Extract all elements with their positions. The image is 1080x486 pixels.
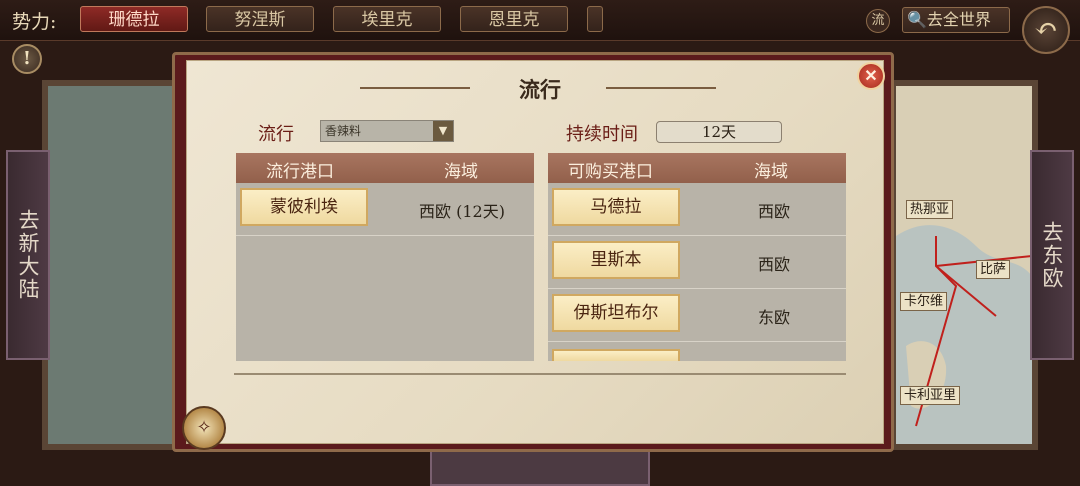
duration-value: 12天 (656, 121, 782, 143)
divider (234, 373, 846, 375)
compass-icon: ✧ (182, 406, 226, 450)
alert-icon[interactable]: ! (12, 44, 42, 74)
faction-tab-2[interactable]: 努涅斯 (206, 6, 314, 32)
flow-button[interactable]: 流 (866, 9, 890, 33)
port-button[interactable]: 蒙彼利埃 (240, 188, 368, 226)
sea-cell: 西欧 (757, 255, 790, 274)
map-city-label[interactable]: 比萨 (976, 260, 1011, 279)
column-header: 海域 (754, 162, 788, 182)
left-map-frame (42, 80, 192, 450)
sea-cell: 东欧 (757, 308, 790, 327)
duration-label: 持续时间 (566, 124, 638, 145)
map-city-label[interactable]: 热那亚 (906, 200, 954, 219)
back-arrow-icon[interactable]: ↶ (1022, 6, 1070, 54)
sea-cell: 西欧 (12天) (419, 202, 505, 221)
faction-tab-3[interactable]: 埃里克 (333, 6, 441, 32)
faction-tab-1[interactable]: 珊德拉 (80, 6, 188, 32)
faction-tab-overflow[interactable] (587, 6, 603, 32)
trend-select[interactable]: 香辣料 ▼ (320, 120, 454, 142)
sea-cell: 西欧 (757, 202, 790, 221)
go-east-europe-button[interactable]: 去东欧 (1030, 150, 1074, 360)
close-icon[interactable]: ✕ (857, 62, 885, 90)
port-button-partial[interactable] (552, 349, 680, 361)
buyable-ports-table: 可购买港口 海域 马德拉 西欧 里斯本 西欧 伊斯坦布尔 东欧 (548, 153, 846, 361)
dialog-title: 流行 (519, 77, 561, 102)
faction-label: 势力: (12, 11, 57, 33)
map-city-label[interactable]: 卡利亚里 (900, 386, 961, 405)
column-header: 海域 (444, 162, 478, 182)
trend-ports-table: 流行港口 海域 蒙彼利埃 西欧 (12天) (236, 153, 534, 361)
table-header: 流行港口 海域 (236, 153, 534, 183)
table-header: 可购买港口 海域 (548, 153, 846, 183)
faction-tab-4[interactable]: 恩里克 (460, 6, 568, 32)
column-header: 可购买港口 (568, 162, 653, 182)
trend-label: 流行 (258, 124, 294, 145)
map-city-label[interactable]: 卡尔维 (900, 292, 948, 311)
table-row: 马德拉 西欧 (548, 183, 846, 236)
port-button[interactable]: 里斯本 (552, 241, 680, 279)
port-button[interactable]: 马德拉 (552, 188, 680, 226)
table-row: 里斯本 西欧 (548, 236, 846, 289)
bottom-plaque (430, 448, 650, 486)
go-world-button[interactable]: 🔍去全世界 (902, 7, 1010, 33)
trend-select-value: 香辣料 (325, 124, 362, 138)
port-button[interactable]: 伊斯坦布尔 (552, 294, 680, 332)
column-header: 流行港口 (266, 162, 334, 182)
top-bar: 势力: 珊德拉 努涅斯 埃里克 恩里克 流 🔍去全世界 (0, 0, 1080, 41)
table-row: 伊斯坦布尔 东欧 (548, 289, 846, 342)
go-new-world-button[interactable]: 去新大陆 (6, 150, 50, 360)
chevron-down-icon[interactable]: ▼ (433, 121, 453, 141)
table-row: 蒙彼利埃 西欧 (12天) (236, 183, 534, 236)
